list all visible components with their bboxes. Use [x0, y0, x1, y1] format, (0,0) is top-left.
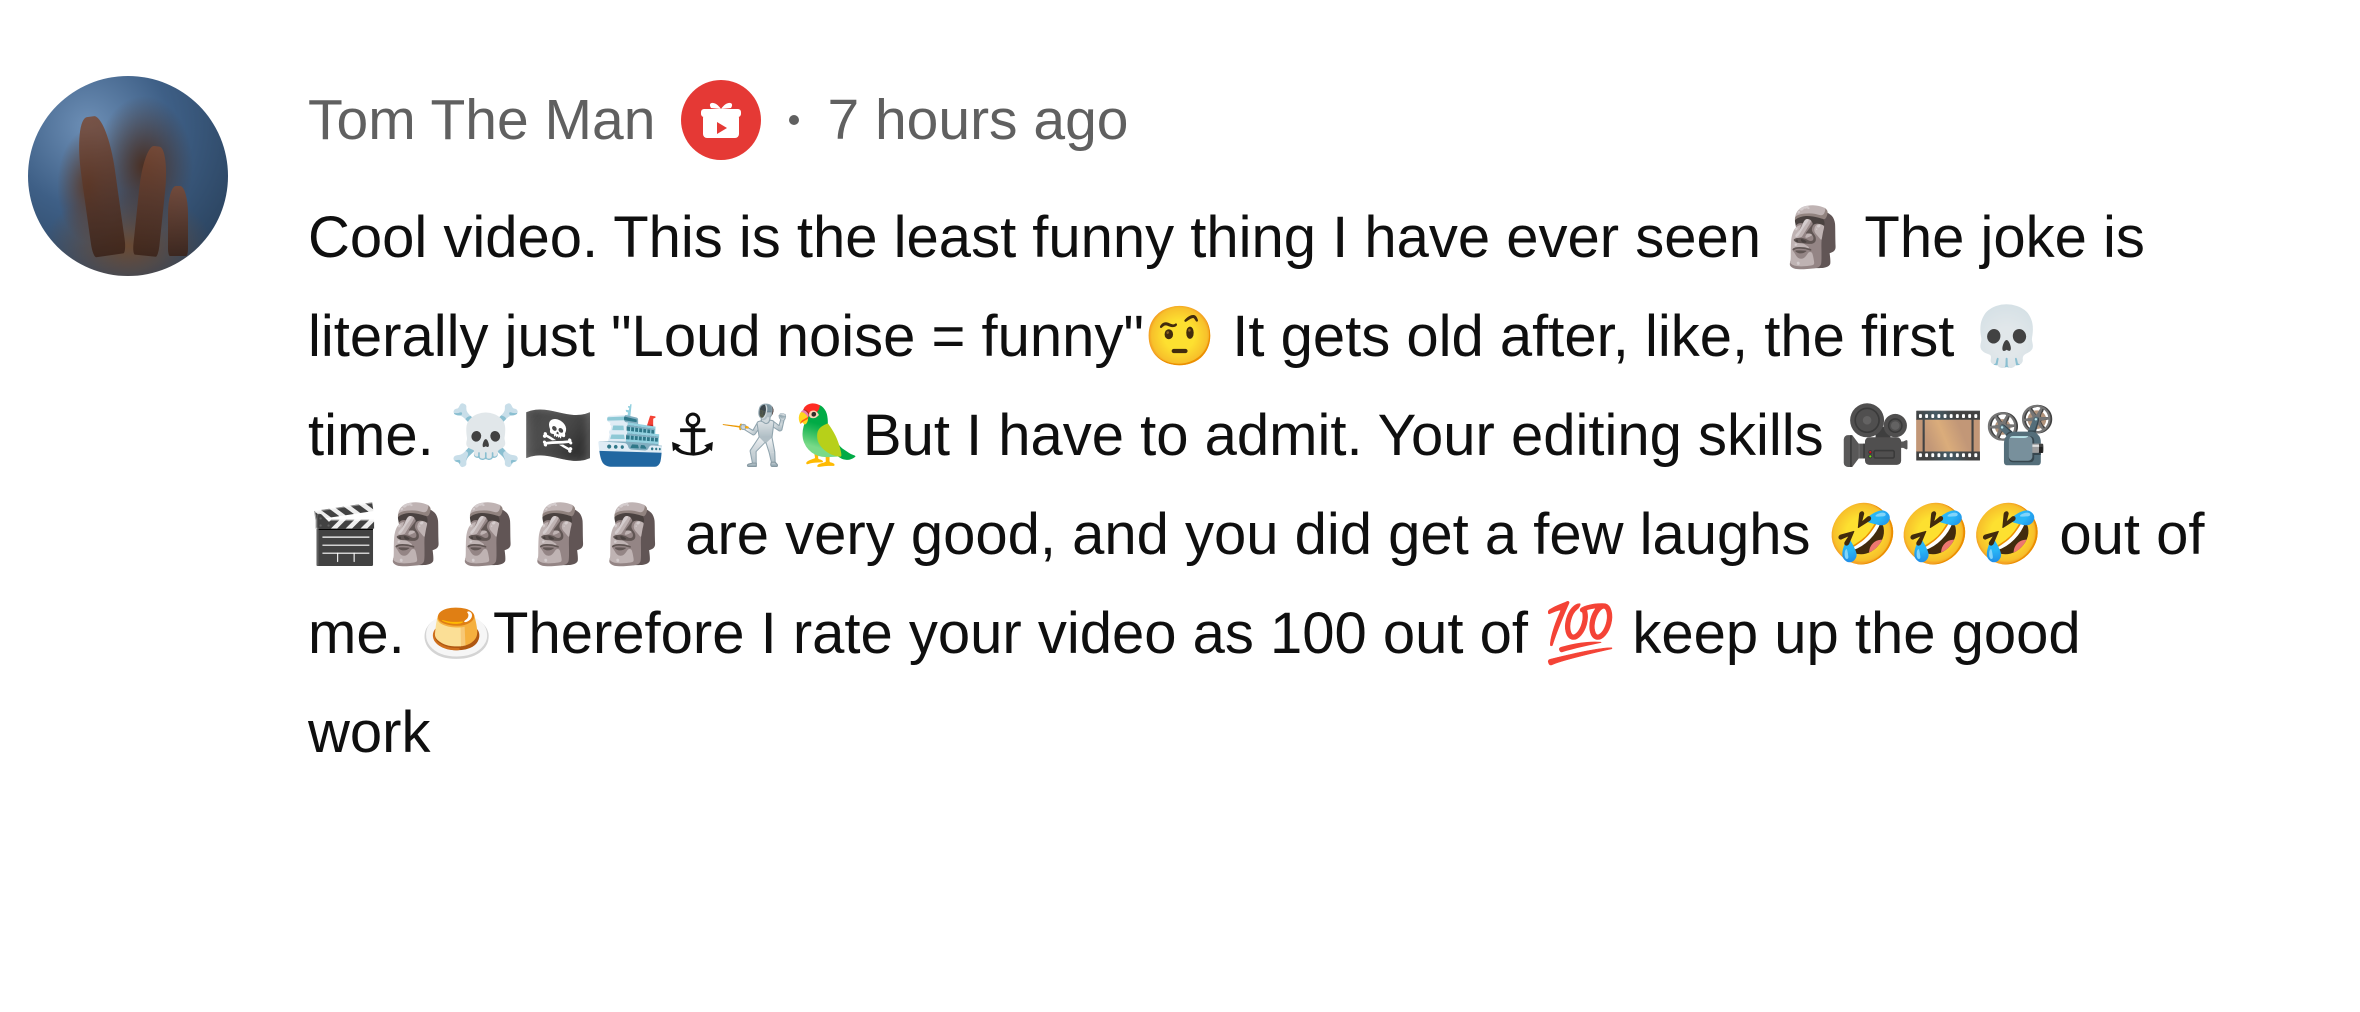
avatar-nebula-pillar — [168, 186, 188, 256]
comment-text-line: me. 🍮Therefore I rate your video as 100 … — [308, 601, 2081, 666]
avatar-nebula-pillar — [132, 144, 170, 258]
avatar[interactable] — [28, 76, 228, 276]
comment-text-line: work — [308, 700, 431, 765]
author-name[interactable]: Tom The Man — [308, 87, 655, 153]
comment-thread-item: Tom The Man 7 hours ago Cool video. This… — [0, 0, 2360, 1012]
comment-header: Tom The Man 7 hours ago — [308, 80, 1129, 160]
gift-box-icon — [701, 102, 742, 138]
comment-text-line: literally just "Loud noise = funny"🤨 It … — [308, 304, 2043, 369]
comment-text: Cool video. This is the least funny thin… — [308, 188, 2348, 782]
comment-text-line: time. ☠️🏴‍☠️🛳️⚓🤺🦜But I have to admit. Yo… — [308, 403, 2057, 468]
comment-text-line: 🎬🗿🗿🗿🗿 are very good, and you did get a f… — [308, 502, 2205, 567]
member-badge[interactable] — [681, 80, 762, 160]
comment-timestamp[interactable]: 7 hours ago — [827, 87, 1128, 153]
comment-text-line: Cool video. This is the least funny thin… — [308, 205, 2145, 270]
avatar-nebula-pillar — [73, 114, 127, 258]
separator-dot — [789, 115, 800, 125]
